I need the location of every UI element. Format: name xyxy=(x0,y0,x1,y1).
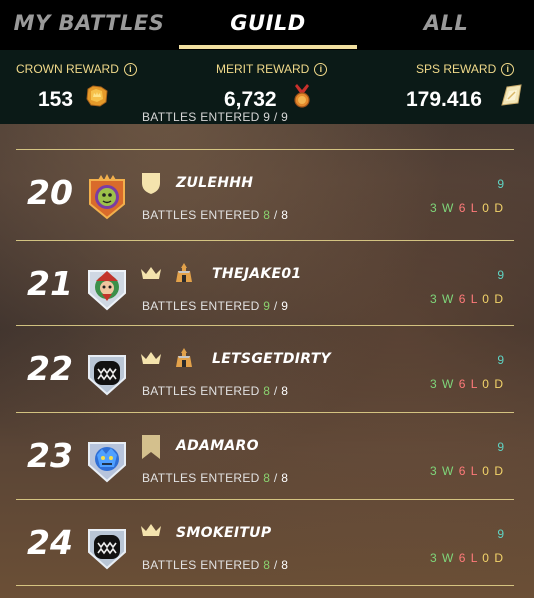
score-value: 9 xyxy=(497,527,504,541)
tab-guild[interactable]: GUILD xyxy=(178,0,358,50)
leaderboard-row[interactable]: 21 THEJAKE01 BATTLES ENTERED 9 / 9 9 3 W… xyxy=(0,241,534,325)
player-name[interactable]: THEJAKE01 xyxy=(212,266,301,282)
info-icon[interactable]: i xyxy=(123,63,137,76)
score-value: 9 xyxy=(497,353,504,367)
avatar xyxy=(89,174,125,220)
badge-group xyxy=(140,347,202,371)
player-name[interactable]: ZULEHHH xyxy=(176,175,253,191)
rank-number: 20 xyxy=(27,173,73,212)
crown-badge-icon xyxy=(141,523,161,536)
win-loss-draw-record: 3 W 6 L 0 D xyxy=(429,201,504,215)
info-icon[interactable]: i xyxy=(314,63,328,76)
merit-reward-label: MERIT REWARD i xyxy=(216,62,328,76)
crown-token-icon xyxy=(86,85,108,107)
leaderboard-row[interactable]: 23 ADAMARO BATTLES ENTERED 8 / 8 9 3 W 6… xyxy=(0,413,534,497)
info-icon[interactable]: i xyxy=(501,63,515,76)
badge-group xyxy=(140,521,170,545)
player-name[interactable]: LETSGETDIRTY xyxy=(212,351,331,367)
sps-token-icon xyxy=(501,84,522,106)
avatar xyxy=(88,355,126,396)
avatar xyxy=(88,529,126,570)
win-loss-draw-record: 3 W 6 L 0 D xyxy=(429,464,504,478)
tab-all[interactable]: ALL xyxy=(358,0,534,50)
merit-medal-icon xyxy=(294,84,310,108)
crown-badge-icon xyxy=(141,267,161,279)
leaderboard-row[interactable]: 20 ZULEHHH BATTLES ENTERED 8 / 8 9 3 W 6… xyxy=(0,150,534,234)
player-name[interactable]: ADAMARO xyxy=(176,438,259,454)
sps-reward-value: 179.416 xyxy=(406,88,482,111)
shield-badge-icon xyxy=(142,173,160,194)
rank-number: 23 xyxy=(27,436,73,475)
win-loss-draw-record: 3 W 6 L 0 D xyxy=(429,551,504,565)
crown-reward-value: 153 xyxy=(38,88,74,111)
tab-my-battles[interactable]: MY BATTLES xyxy=(0,0,178,50)
score-value: 9 xyxy=(497,177,504,191)
guild-tower-badge-icon xyxy=(176,348,193,367)
player-name[interactable]: SMOKEITUP xyxy=(176,525,271,541)
rank-number: 21 xyxy=(27,264,73,303)
row-divider xyxy=(16,585,514,586)
guild-tower-badge-icon xyxy=(176,263,193,282)
battles-entered: BATTLES ENTERED 8 / 8 xyxy=(142,208,289,222)
leaderboard-row[interactable]: 24 SMOKEITUP BATTLES ENTERED 8 / 8 9 3 W… xyxy=(0,500,534,584)
avatar xyxy=(88,270,126,311)
previous-row-battles-entered: BATTLES ENTERED 9 / 9 xyxy=(142,110,289,124)
leaderboard-row[interactable]: 22 LETSGETDIRTY BATTLES ENTERED 8 / 8 9 … xyxy=(0,326,534,410)
rank-number: 22 xyxy=(27,349,73,388)
active-tab-indicator xyxy=(179,45,357,49)
crown-badge-icon xyxy=(141,352,161,364)
battles-entered: BATTLES ENTERED 8 / 8 xyxy=(142,558,289,572)
banner-badge-icon xyxy=(142,435,160,459)
merit-reward-value: 6,732 xyxy=(224,88,277,111)
sps-reward: SPS REWARD i 179.416 xyxy=(356,50,534,124)
win-loss-draw-record: 3 W 6 L 0 D xyxy=(429,377,504,391)
badge-group xyxy=(140,171,170,195)
score-value: 9 xyxy=(497,268,504,282)
badge-group xyxy=(140,262,202,286)
battles-entered: BATTLES ENTERED 8 / 8 xyxy=(142,471,289,485)
win-loss-draw-record: 3 W 6 L 0 D xyxy=(429,292,504,306)
battles-entered: BATTLES ENTERED 8 / 8 xyxy=(142,384,289,398)
badge-group xyxy=(140,434,170,459)
crown-reward-label: CROWN REWARD i xyxy=(16,62,137,76)
score-value: 9 xyxy=(497,440,504,454)
tab-bar: MY BATTLES GUILD ALL xyxy=(0,0,534,50)
battles-entered: BATTLES ENTERED 9 / 9 xyxy=(142,299,289,313)
sps-reward-label: SPS REWARD i xyxy=(416,62,515,76)
rank-number: 24 xyxy=(27,523,73,562)
avatar xyxy=(88,442,126,483)
